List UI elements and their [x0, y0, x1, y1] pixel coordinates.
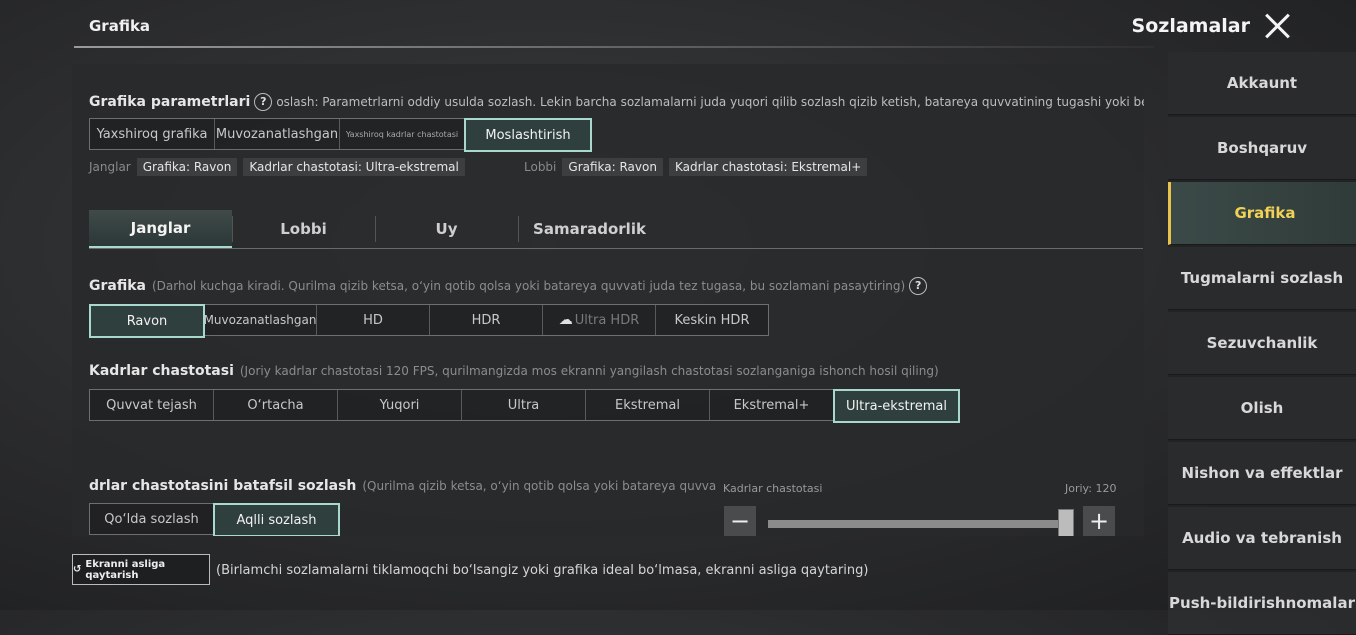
tab-battles[interactable]: Janglar — [89, 210, 232, 248]
detailed-section: drlar chastotasini batafsil sozlash (Quri… — [89, 478, 716, 494]
slider-label: Kadrlar chastotasi — [723, 482, 823, 495]
graphics-smooth[interactable]: Ravon — [89, 304, 205, 338]
decrease-button[interactable]: − — [724, 506, 756, 536]
battles-label: Janglar — [89, 160, 131, 174]
battles-graphics-tag: Grafika: Ravon — [136, 158, 238, 176]
settings-panel: Grafika parametrlari? oslash: Parametrlar… — [72, 64, 1144, 536]
battles-summary: Janglar Grafika: Ravon Kadrlar chastotas… — [89, 158, 465, 176]
params-section: Grafika parametrlari? oslash: Parametrlar… — [89, 93, 1144, 111]
mode-tabs: Janglar Lobbi Uy Samaradorlik — [89, 210, 1143, 249]
params-preset-selector: Yaxshiroq grafika Muvozanatlashgan Yaxsh… — [89, 118, 592, 152]
slider-current-value: Joriy: 120 — [1065, 482, 1117, 495]
graphics-ultra-hdr[interactable]: ☁ Ultra HDR — [543, 305, 656, 335]
header-divider — [74, 46, 1154, 48]
framerate-selector: Quvvat tejash O‘rtacha Yuqori Ultra Ekst… — [89, 389, 960, 423]
detailed-title: drlar chastotasini batafsil sozlash — [89, 478, 357, 494]
graphics-title: Grafika — [89, 278, 146, 294]
preset-better-graphics[interactable]: Yaxshiroq grafika — [90, 119, 215, 149]
graphics-desc: (Darhol kuchga kiradi. Qurilma qizib ket… — [151, 279, 906, 293]
mode-smart[interactable]: Aqlli sozlash — [213, 503, 340, 536]
graphics-quality-selector: Ravon Muvozanatlashgan HD HDR ☁ Ultra HDR… — [89, 304, 769, 338]
undo-icon: ↺ — [73, 564, 82, 575]
sidebar-item-account[interactable]: Akkaunt — [1168, 52, 1356, 115]
framerate-slider-track[interactable] — [768, 520, 1066, 528]
close-icon[interactable] — [1264, 12, 1292, 40]
sidebar-item-buttons[interactable]: Tugmalarni sozlash — [1168, 247, 1356, 310]
sidebar-item-push[interactable]: Push-bildirishnomalar — [1168, 572, 1356, 635]
sidebar-item-pickup[interactable]: Olish — [1168, 377, 1356, 440]
tab-performance[interactable]: Samaradorlik — [518, 210, 661, 248]
fps-high[interactable]: Yuqori — [338, 390, 462, 420]
sidebar-item-effects[interactable]: Nishon va effektlar — [1168, 442, 1356, 505]
graphics-hdr[interactable]: HDR — [430, 305, 543, 335]
reset-desc: (Birlamchi sozlamalarni tiklamoqchi bo‘l… — [216, 563, 869, 578]
sidebar-item-graphics[interactable]: Grafika — [1168, 182, 1356, 245]
graphics-balanced[interactable]: Muvozanatlashgan — [204, 305, 317, 335]
preset-custom[interactable]: Moslashtirish — [464, 118, 592, 152]
detailed-desc: (Qurilma qizib ketsa, o‘yin qotib qolsa … — [362, 479, 716, 493]
battles-fps-tag: Kadrlar chastotasi: Ultra-ekstremal — [243, 158, 465, 176]
header-section-title: Grafika — [89, 17, 151, 35]
page-title: Sozlamalar — [1131, 15, 1250, 37]
header-right: Sozlamalar — [1132, 12, 1292, 40]
framerate-title: Kadrlar chastotasi — [89, 363, 234, 379]
tab-lobby[interactable]: Lobbi — [232, 210, 375, 248]
sidebar-item-controls[interactable]: Boshqaruv — [1168, 117, 1356, 180]
framerate-slider-handle[interactable] — [1058, 509, 1074, 536]
detailed-mode-selector: Qo‘lda sozlash Aqlli sozlash — [89, 503, 340, 536]
help-icon[interactable]: ? — [909, 277, 928, 295]
framerate-desc: (Joriy kadrlar chastotasi 120 FPS, quril… — [239, 364, 939, 378]
fps-extreme-plus[interactable]: Ekstremal+ — [710, 390, 834, 420]
fps-power-saving[interactable]: Quvvat tejash — [90, 390, 214, 420]
sidebar-item-audio[interactable]: Audio va tebranish — [1168, 507, 1356, 570]
graphics-section: Grafika (Darhol kuchga kiradi. Qurilma qi… — [89, 277, 931, 295]
fps-medium[interactable]: O‘rtacha — [214, 390, 338, 420]
graphics-hd[interactable]: HD — [317, 305, 430, 335]
framerate-section: Kadrlar chastotasi (Joriy kadrlar chastot… — [89, 363, 939, 379]
reset-screen-button[interactable]: ↺ Ekranni asliga qaytarish — [72, 554, 210, 585]
params-desc: oslash: Parametrlarni oddiy usulda sozla… — [276, 95, 1144, 109]
cloud-download-icon: ☁ — [558, 312, 573, 328]
fps-ultra[interactable]: Ultra — [462, 390, 586, 420]
lobby-summary: Lobbi Grafika: Ravon Kadrlar chastotasi:… — [524, 158, 868, 176]
lobby-graphics-tag: Grafika: Ravon — [562, 158, 663, 176]
help-icon[interactable]: ? — [254, 93, 273, 111]
increase-button[interactable]: + — [1083, 506, 1115, 536]
reset-button-label: Ekranni asliga qaytarish — [85, 558, 166, 581]
lobby-fps-tag: Kadrlar chastotasi: Ekstremal+ — [668, 158, 868, 176]
params-title: Grafika parametrlari — [89, 94, 251, 110]
mode-manual[interactable]: Qo‘lda sozlash — [90, 504, 214, 534]
tab-home[interactable]: Uy — [375, 210, 518, 248]
preset-balanced[interactable]: Muvozanatlashgan — [215, 119, 340, 149]
sidebar-item-sensitivity[interactable]: Sezuvchanlik — [1168, 312, 1356, 375]
settings-sidebar: Akkaunt Boshqaruv Grafika Tugmalarni soz… — [1168, 52, 1356, 635]
graphics-sharp-hdr[interactable]: Keskin HDR — [656, 305, 768, 335]
lobby-label: Lobbi — [524, 160, 557, 174]
fps-extreme[interactable]: Ekstremal — [586, 390, 710, 420]
preset-better-fps[interactable]: Yaxshiroq kadrlar chastotasi — [340, 119, 465, 149]
fps-ultra-extreme[interactable]: Ultra-ekstremal — [833, 389, 960, 423]
